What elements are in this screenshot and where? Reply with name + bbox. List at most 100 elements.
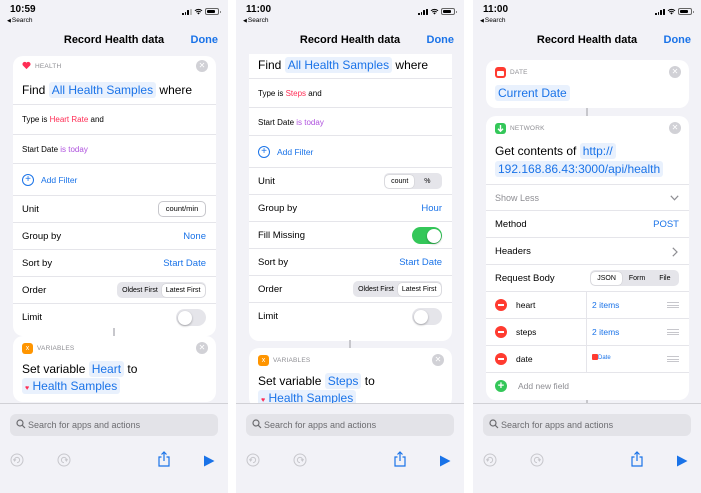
variable-name-token[interactable]: Steps [324, 373, 362, 389]
add-filter-row[interactable]: + Add Filter [13, 163, 216, 195]
search-field[interactable]: Search for apps and actions [10, 414, 218, 436]
back-to-search[interactable]: ◀Search [480, 17, 505, 24]
limit-toggle[interactable] [176, 309, 206, 326]
field-value[interactable]: 2 items [592, 300, 619, 310]
unit-row: Unit count % [249, 167, 452, 194]
reorder-handle-icon[interactable] [667, 302, 679, 308]
health-samples-token[interactable]: ♥ Health Samples [258, 390, 357, 403]
add-filter-button[interactable]: Add Filter [41, 175, 77, 185]
body-field-row[interactable]: steps 2 items [486, 318, 689, 345]
field-value[interactable]: 2 items [592, 327, 619, 337]
delete-field-icon[interactable] [495, 353, 507, 365]
back-to-search[interactable]: ◀Search [7, 17, 32, 24]
json-option[interactable]: JSON [591, 271, 622, 285]
delete-field-icon[interactable] [495, 326, 507, 338]
redo-icon[interactable] [293, 453, 307, 467]
redo-icon[interactable] [57, 453, 71, 467]
form-option[interactable]: Form [622, 272, 652, 285]
share-icon[interactable] [157, 451, 171, 467]
undo-icon[interactable] [246, 453, 260, 467]
sort-by-value[interactable]: Start Date [399, 257, 442, 268]
method-row[interactable]: Method POST [486, 210, 689, 237]
add-filter-row[interactable]: + Add Filter [249, 135, 452, 167]
url-token-line2[interactable]: 192.168.86.43:3000/api/health [495, 161, 664, 177]
sort-by-row[interactable]: Sort by Start Date [13, 249, 216, 276]
oldest-first-option[interactable]: Oldest First [354, 283, 398, 296]
latest-first-option[interactable]: Latest First [161, 283, 205, 297]
field-key[interactable]: steps [516, 327, 536, 337]
unit-percent-option[interactable]: % [414, 175, 440, 188]
unit-button[interactable]: count/min [158, 201, 206, 217]
all-health-samples-token[interactable]: All Health Samples [284, 57, 393, 73]
search-icon [252, 419, 262, 429]
filter-type-row[interactable]: Type is Steps and [249, 78, 452, 107]
back-to-search[interactable]: ◀Search [243, 17, 268, 24]
latest-first-option[interactable]: Latest First [397, 282, 441, 296]
show-less-row[interactable]: Show Less [486, 184, 689, 210]
filter-date-row[interactable]: Start Date is today [249, 107, 452, 135]
group-by-value[interactable]: Hour [421, 203, 442, 214]
sort-by-value[interactable]: Start Date [163, 258, 206, 269]
remove-action-button[interactable]: ✕ [669, 66, 681, 78]
redo-icon[interactable] [530, 453, 544, 467]
add-filter-button[interactable]: Add Filter [277, 147, 313, 157]
variable-name-token[interactable]: Heart [88, 361, 125, 377]
group-by-value[interactable]: None [183, 231, 206, 242]
undo-icon[interactable] [10, 453, 24, 467]
actions-list[interactable]: HEALTH ✕ Find All Health Samples where T… [0, 54, 228, 403]
field-key[interactable]: date [516, 354, 533, 364]
nav-bar: Record Health data Done [236, 28, 464, 54]
date-variable-token[interactable]: Date [592, 354, 611, 361]
all-health-samples-token[interactable]: All Health Samples [48, 82, 157, 98]
order-segmented-control: Oldest First Latest First [116, 282, 206, 298]
body-field-row[interactable]: heart 2 items [486, 291, 689, 318]
remove-action-button[interactable]: ✕ [196, 60, 208, 72]
remove-action-button[interactable]: ✕ [432, 354, 444, 366]
group-by-row[interactable]: Group by None [13, 222, 216, 249]
body-field-row[interactable]: date Date [486, 345, 689, 372]
headers-row[interactable]: Headers [486, 237, 689, 264]
unit-count-option[interactable]: count [385, 174, 415, 188]
remove-action-button[interactable]: ✕ [669, 122, 681, 134]
file-option[interactable]: File [652, 272, 677, 285]
done-button[interactable]: Done [664, 34, 692, 46]
is-today-value[interactable]: is today [60, 145, 88, 154]
is-today-value[interactable]: is today [296, 118, 324, 127]
delete-field-icon[interactable] [495, 299, 507, 311]
limit-toggle[interactable] [412, 308, 442, 325]
reorder-handle-icon[interactable] [667, 356, 679, 362]
done-button[interactable]: Done [427, 34, 455, 46]
steps-value[interactable]: Steps [286, 89, 306, 98]
method-value[interactable]: POST [653, 219, 679, 230]
url-token-line1[interactable]: http:// [579, 143, 616, 159]
reorder-handle-icon[interactable] [667, 329, 679, 335]
health-samples-token[interactable]: ♥ Health Samples [22, 378, 121, 394]
heart-rate-value[interactable]: Heart Rate [50, 115, 89, 124]
add-field-row[interactable]: + Add new field [486, 372, 689, 399]
oldest-first-option[interactable]: Oldest First [118, 284, 162, 297]
remove-action-button[interactable]: ✕ [196, 342, 208, 354]
search-field[interactable]: Search for apps and actions [246, 414, 454, 436]
done-button[interactable]: Done [191, 34, 219, 46]
get-contents-sentence: Get contents of http://192.168.86.43:300… [486, 138, 689, 184]
sort-by-row[interactable]: Sort by Start Date [249, 248, 452, 275]
play-icon[interactable] [203, 455, 215, 467]
field-key[interactable]: heart [516, 300, 535, 310]
actions-list[interactable]: DATE ✕ Current Date NETWORK ✕ Get conten… [473, 54, 701, 403]
share-icon[interactable] [393, 451, 407, 467]
actions-list[interactable]: Find All Health Samples where Type is St… [236, 54, 464, 403]
search-field[interactable]: Search for apps and actions [483, 414, 691, 436]
fill-missing-toggle[interactable] [412, 227, 442, 244]
limit-row: Limit [13, 303, 216, 330]
action-connector [349, 340, 351, 348]
add-new-field-button[interactable]: Add new field [518, 381, 569, 391]
play-icon[interactable] [439, 455, 451, 467]
filter-type-row[interactable]: Type is Heart Rate and [13, 104, 216, 134]
play-icon[interactable] [676, 455, 688, 467]
action-connector [113, 328, 115, 336]
current-date-token[interactable]: Current Date [495, 85, 570, 101]
undo-icon[interactable] [483, 453, 497, 467]
group-by-row[interactable]: Group by Hour [249, 194, 452, 221]
share-icon[interactable] [630, 451, 644, 467]
filter-date-row[interactable]: Start Date is today [13, 134, 216, 163]
